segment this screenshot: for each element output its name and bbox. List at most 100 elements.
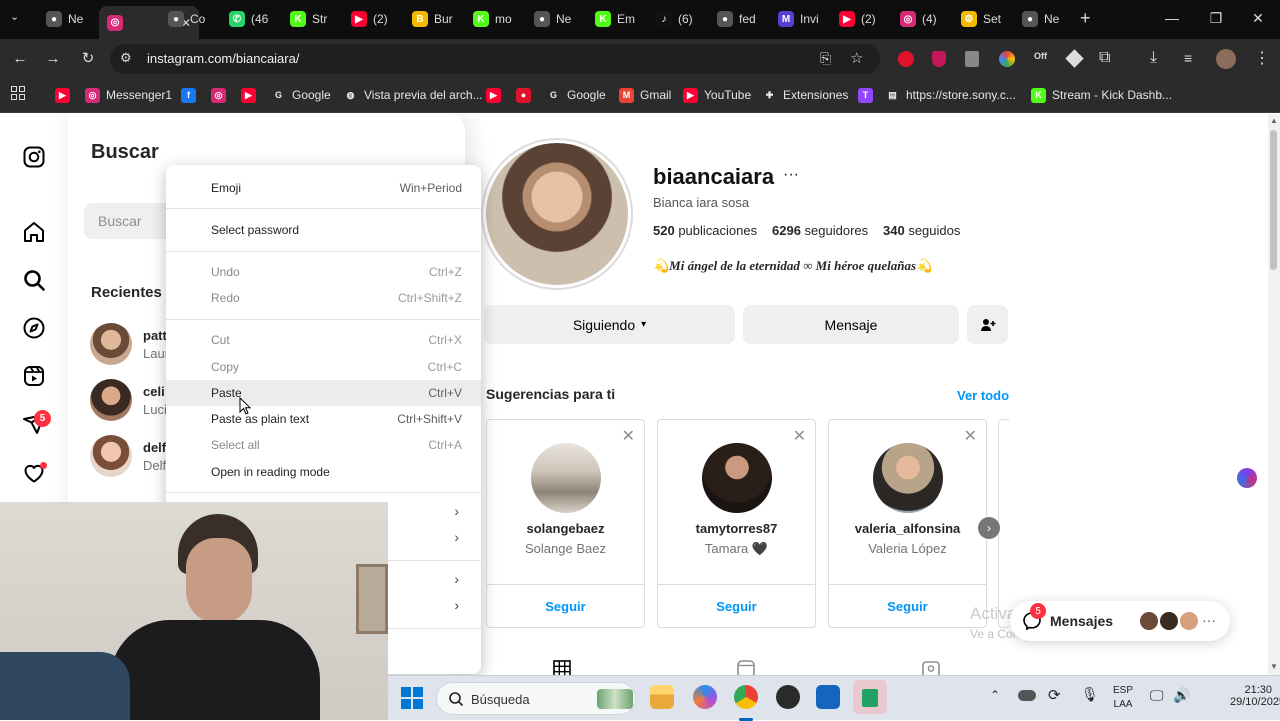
follow-button[interactable]: Seguir [487,584,644,628]
onedrive-icon[interactable] [1018,690,1036,701]
extensions-puzzle-icon[interactable]: ⧉ [1099,49,1110,67]
following-count[interactable]: 340 seguidos [883,223,960,238]
close-window-icon[interactable]: ✕ [1236,0,1280,36]
app-taskbar-icon[interactable] [776,685,800,709]
page-scrollbar[interactable]: ▲ ▼ [1268,114,1280,675]
extension-red-icon[interactable] [898,51,914,67]
back-icon[interactable]: ← [10,48,30,68]
bookmark-item[interactable]: ▶ [486,86,501,104]
minimize-icon[interactable]: — [1150,0,1194,36]
download-icon[interactable]: ⤓ [1150,49,1157,67]
suggestion-username[interactable]: tamytorres87 [658,521,815,536]
scroll-down-icon[interactable]: ▼ [1270,662,1278,671]
sync-icon[interactable]: ⟳ [1048,686,1061,704]
dismiss-icon[interactable]: ✕ [964,426,977,446]
bookmark-item[interactable]: ● [516,86,531,104]
app-blue-taskbar-icon[interactable] [816,685,840,709]
media-control-icon[interactable]: ≡ [1184,50,1192,66]
install-app-icon[interactable]: ⎘ [820,50,831,67]
dismiss-icon[interactable]: ✕ [793,426,806,446]
follow-button[interactable]: Seguir [658,584,815,628]
scrollbar-thumb[interactable] [1270,130,1277,270]
bookmark-item[interactable]: G Google [271,86,331,104]
language-indicator[interactable]: ESP LAA [1112,684,1134,712]
see-all-link[interactable]: Ver todo [957,388,1009,403]
submenu-chevron-icon[interactable]: › [454,503,459,519]
next-arrow-icon[interactable]: › [978,517,1000,539]
suggested-people-button[interactable] [967,305,1008,344]
menu-item-paste[interactable]: Paste Ctrl+V [166,380,481,406]
submenu-chevron-icon[interactable]: › [454,597,459,613]
suggestion-username[interactable]: valeria_alfonsina [829,521,986,536]
instagram-logo-icon[interactable] [22,145,46,169]
browser-tab[interactable]: ⚙ Set [953,6,1005,32]
menu-item-paste-plain-text[interactable]: Paste as plain text Ctrl+Shift+V [166,406,481,432]
forward-icon[interactable]: → [43,48,63,68]
bookmark-item[interactable]: ▶ YouTube [683,86,751,104]
browser-tab[interactable]: ◎ (4) [892,6,944,32]
browser-tab[interactable]: Kmo [465,6,517,32]
suggestion-username[interactable]: solangebaez [487,521,644,536]
site-info-icon[interactable]: ⚙ [120,50,132,66]
browser-menu-icon[interactable]: ⋮ [1254,48,1270,68]
submenu-chevron-icon[interactable]: › [454,571,459,587]
menu-item-select-password[interactable]: Select password [166,217,481,243]
browser-tab[interactable]: ▶ (2) [831,6,883,32]
browser-tab[interactable]: ● fed [709,6,761,32]
network-icon[interactable]: 🖵 [1150,687,1164,704]
bookmark-star-icon[interactable]: ☆ [850,49,863,67]
home-icon[interactable] [22,220,46,244]
chrome-taskbar-icon[interactable] [734,685,758,709]
search-icon[interactable] [22,268,46,292]
volume-icon[interactable]: 🔊 [1173,687,1190,704]
profile-avatar-icon[interactable] [1216,49,1236,69]
browser-tab[interactable]: ● Ne [1014,6,1066,32]
posts-grid-tab-icon[interactable] [553,660,571,675]
more-options-icon[interactable]: ··· [783,166,799,184]
browser-tab[interactable]: ● Co [160,6,212,32]
extension-grey-icon[interactable] [965,51,979,67]
browser-tab[interactable]: ● Ne [526,6,578,32]
scroll-up-icon[interactable]: ▲ [1270,116,1278,125]
messages-popover-button[interactable]: 5 Mensajes ··· [1010,601,1230,641]
browser-tab[interactable]: K Em [587,6,639,32]
url-text[interactable]: instagram.com/biancaiara/ [147,51,299,66]
bookmark-item[interactable]: T [858,86,873,104]
bookmark-item[interactable]: M Gmail [619,86,671,104]
copilot-icon[interactable] [693,685,717,709]
browser-tab[interactable]: ● Ne [38,6,90,32]
restore-icon[interactable]: ❐ [1194,0,1238,36]
follow-button[interactable]: Seguir [829,584,986,628]
message-button[interactable]: Mensaje [743,305,959,344]
explore-icon[interactable] [22,316,46,340]
dismiss-icon[interactable]: ✕ [622,426,635,446]
bookmark-item[interactable]: ▤ https://store.sony.c... [885,86,1016,104]
windows-start-icon[interactable] [401,687,423,709]
floating-extension-icon[interactable] [1237,468,1257,488]
bookmark-item[interactable]: f [181,86,196,104]
reload-icon[interactable]: ↻ [78,48,98,68]
bookmark-item[interactable]: G Google [546,86,606,104]
extension-color-icon[interactable] [999,51,1015,67]
extension-off-icon[interactable]: Off [1034,51,1047,61]
tab-search-chevron-icon[interactable]: ⌄ [10,10,19,23]
following-button[interactable]: Siguiendo ▾ [484,305,735,344]
bookmark-item[interactable]: ◍ Vista previa del arch... [343,86,483,104]
apps-grid-icon[interactable] [11,86,25,100]
reels-tab-icon[interactable] [737,660,755,675]
menu-item-emoji[interactable]: Emoji Win+Period [166,175,481,201]
chevron-up-icon[interactable]: ⌃ [990,688,1000,702]
avatar[interactable] [873,443,943,513]
taskbar-search[interactable]: Búsqueda [436,682,636,715]
browser-tab[interactable]: K Str [282,6,334,32]
browser-tab[interactable]: ▶ (2) [343,6,395,32]
microphone-icon[interactable]: 🎙 [1081,686,1099,703]
submenu-chevron-icon[interactable]: › [454,529,459,545]
browser-tab[interactable]: B Bur [404,6,456,32]
avatar[interactable] [702,443,772,513]
bookmark-item[interactable]: ◎ [211,86,226,104]
bookmark-item[interactable]: ✚ Extensiones [762,86,849,104]
bookmark-item[interactable]: K Stream - Kick Dashb... [1031,86,1172,104]
menu-item-reading-mode[interactable]: Open in reading mode [166,459,481,485]
bookmark-item[interactable]: ▶ [55,86,70,104]
